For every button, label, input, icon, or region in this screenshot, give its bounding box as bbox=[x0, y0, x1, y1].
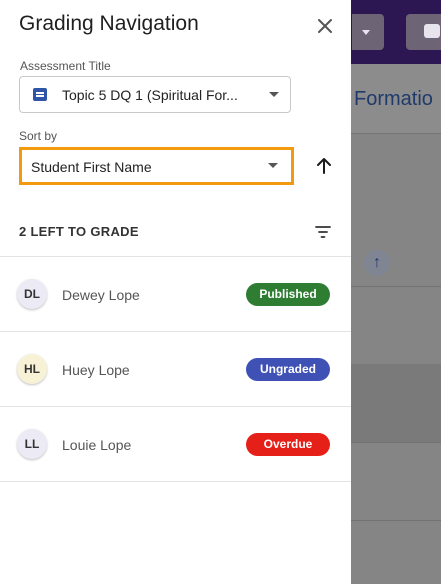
drawer-title: Grading Navigation bbox=[19, 12, 199, 35]
background-dropdown-button bbox=[352, 14, 384, 50]
background-divider bbox=[350, 442, 441, 443]
discussion-icon bbox=[33, 88, 47, 101]
grading-navigation-drawer: Grading Navigation Assessment Title Topi… bbox=[0, 0, 351, 584]
student-row[interactable]: DL Dewey Lope Published bbox=[0, 257, 351, 332]
background-divider bbox=[350, 520, 441, 521]
background-page-title: Formatio bbox=[354, 88, 433, 110]
chevron-down-icon bbox=[268, 163, 278, 168]
background-chat-button bbox=[406, 14, 441, 50]
avatar: HL bbox=[17, 354, 47, 384]
background-row bbox=[350, 364, 441, 442]
assessment-title-label: Assessment Title bbox=[20, 59, 111, 73]
sort-by-value: Student First Name bbox=[31, 159, 152, 175]
close-button[interactable] bbox=[314, 15, 336, 37]
status-badge: Published bbox=[246, 283, 330, 306]
filter-button[interactable] bbox=[313, 222, 333, 242]
left-to-grade-count: 2 LEFT TO GRADE bbox=[19, 224, 139, 239]
divider bbox=[0, 481, 351, 482]
background-divider bbox=[350, 286, 441, 287]
student-name: Dewey Lope bbox=[62, 287, 140, 303]
assessment-title-select[interactable]: Topic 5 DQ 1 (Spiritual For... bbox=[19, 76, 291, 113]
chevron-down-icon bbox=[269, 92, 279, 97]
student-name: Louie Lope bbox=[62, 437, 132, 453]
sort-by-label: Sort by bbox=[19, 129, 58, 143]
chat-icon bbox=[424, 24, 440, 38]
student-name: Huey Lope bbox=[62, 362, 130, 378]
arrow-up-icon bbox=[317, 158, 331, 174]
student-row[interactable]: HL Huey Lope Ungraded bbox=[0, 332, 351, 407]
student-row[interactable]: LL Louie Lope Overdue bbox=[0, 407, 351, 482]
sort-by-select[interactable]: Student First Name bbox=[19, 147, 294, 185]
background-arrow-up-icon: ↑ bbox=[364, 250, 390, 276]
status-badge: Overdue bbox=[246, 433, 330, 456]
sort-direction-button[interactable] bbox=[312, 154, 336, 178]
chevron-down-icon bbox=[362, 30, 370, 35]
close-icon bbox=[318, 19, 332, 33]
filter-icon bbox=[315, 226, 331, 238]
avatar: DL bbox=[17, 279, 47, 309]
status-badge: Ungraded bbox=[246, 358, 330, 381]
assessment-title-value: Topic 5 DQ 1 (Spiritual For... bbox=[62, 87, 238, 103]
avatar: LL bbox=[17, 429, 47, 459]
